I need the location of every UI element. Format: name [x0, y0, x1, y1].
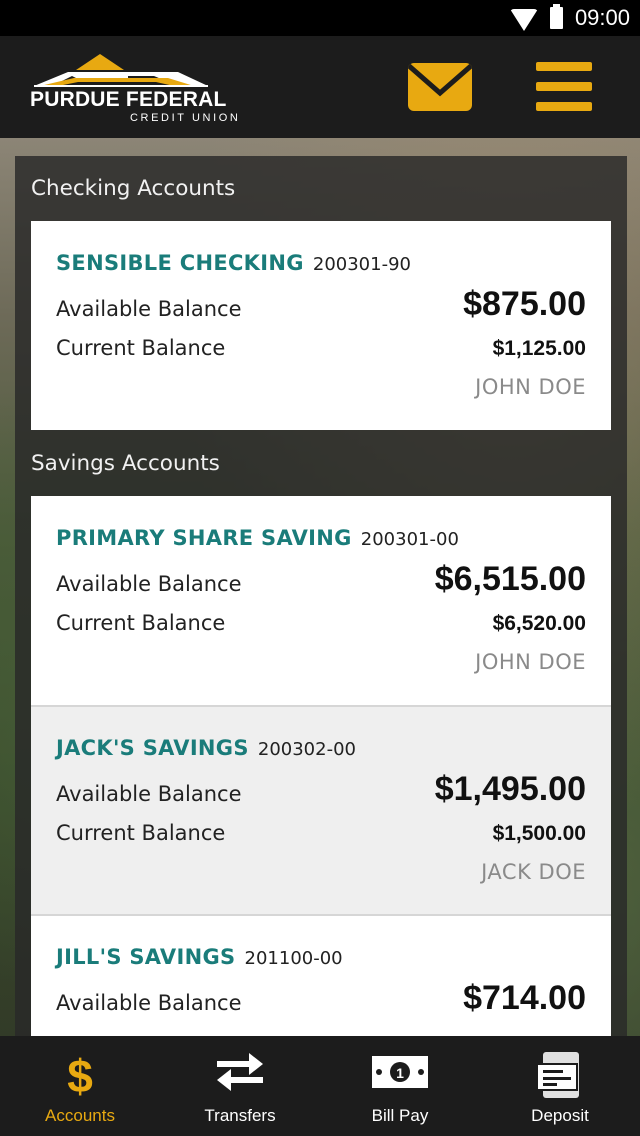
brand-subtitle: CREDIT UNION [130, 112, 241, 124]
section-title-checking: Checking Accounts [31, 176, 236, 201]
available-balance-value: $6,515.00 [434, 560, 586, 598]
mail-button[interactable] [408, 63, 472, 111]
account-name: JILL'S SAVINGS [56, 945, 236, 969]
current-balance-value: $1,500.00 [492, 822, 586, 845]
menu-button[interactable] [536, 62, 592, 112]
nav-deposit[interactable]: Deposit [480, 1036, 640, 1136]
transfer-arrows-icon [217, 1053, 263, 1091]
wifi-icon [509, 9, 538, 31]
purdue-federal-logo[interactable]: PURDUE FEDERAL CREDIT UNION [28, 52, 238, 126]
nav-label: Deposit [531, 1106, 589, 1125]
account-owner: JACK DOE [481, 860, 586, 884]
current-balance-value: $6,520.00 [492, 612, 586, 635]
svg-text:1: 1 [396, 1065, 404, 1081]
check-deposit-icon [536, 1052, 579, 1098]
status-bar: 09:00 [0, 0, 640, 36]
available-balance-value: $875.00 [463, 285, 586, 323]
section-title-savings: Savings Accounts [31, 451, 220, 476]
accounts-panel[interactable]: Checking Accounts SENSIBLE CHECKING 2003… [15, 156, 627, 1036]
account-number: 200301-90 [312, 254, 411, 275]
account-number: 200301-00 [360, 529, 459, 550]
menu-icon [536, 62, 592, 71]
current-balance-label: Current Balance [56, 821, 226, 845]
account-card[interactable]: JILL'S SAVINGS 201100-00 Available Balan… [31, 916, 611, 1036]
brand-name: PURDUE FEDERAL [30, 88, 227, 111]
current-balance-label: Current Balance [56, 611, 226, 635]
nav-bill-pay[interactable]: 1 Bill Pay [320, 1036, 480, 1136]
available-balance-value: $714.00 [463, 979, 586, 1017]
nav-label: Transfers [204, 1106, 276, 1125]
account-owner: JOHN DOE [475, 650, 586, 674]
current-balance-value: $1,125.00 [492, 337, 586, 360]
nav-label: Bill Pay [371, 1106, 429, 1125]
account-card[interactable]: SENSIBLE CHECKING 200301-90 Available Ba… [31, 221, 611, 430]
account-name: SENSIBLE CHECKING [56, 251, 304, 275]
dollar-icon: $ [67, 1050, 93, 1098]
account-name: PRIMARY SHARE SAVING [56, 526, 352, 550]
available-balance-label: Available Balance [56, 782, 242, 806]
account-name: JACK'S SAVINGS [56, 736, 249, 760]
svg-text:$: $ [67, 1050, 93, 1098]
account-number: 201100-00 [244, 948, 343, 969]
account-card[interactable]: JACK'S SAVINGS 200302-00 Available Balan… [31, 707, 611, 914]
account-owner: JOHN DOE [475, 375, 586, 399]
account-number: 200302-00 [257, 739, 356, 760]
nav-transfers[interactable]: Transfers [160, 1036, 320, 1136]
available-balance-value: $1,495.00 [434, 770, 586, 808]
available-balance-label: Available Balance [56, 991, 242, 1015]
nav-label: Accounts [45, 1106, 115, 1125]
available-balance-label: Available Balance [56, 572, 242, 596]
logo-roof-icon [34, 54, 208, 87]
bottom-navigation: $ Accounts Transfers 1 Bill Pay Deposit [0, 1036, 640, 1136]
current-balance-label: Current Balance [56, 336, 226, 360]
mail-icon [408, 63, 472, 97]
app-header: PURDUE FEDERAL CREDIT UNION [0, 36, 640, 138]
status-time: 09:00 [574, 5, 630, 30]
bill-icon: 1 [372, 1056, 428, 1088]
nav-accounts[interactable]: $ Accounts [0, 1036, 160, 1136]
available-balance-label: Available Balance [56, 297, 242, 321]
account-card[interactable]: PRIMARY SHARE SAVING 200301-00 Available… [31, 496, 611, 705]
battery-icon [549, 4, 563, 29]
